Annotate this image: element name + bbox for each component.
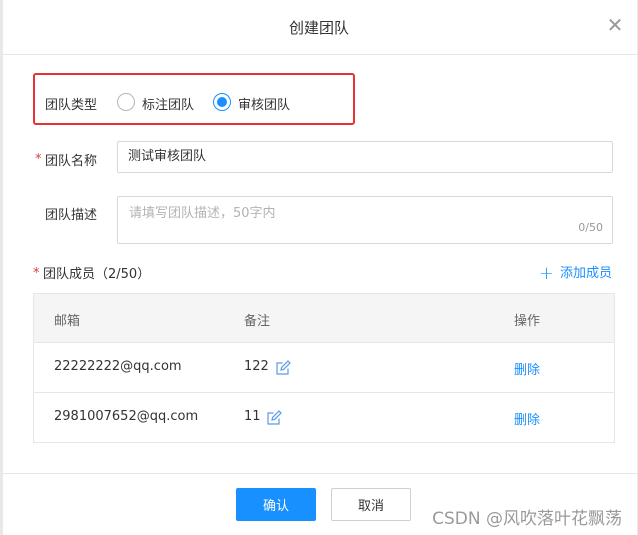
- close-icon[interactable]: ✕: [604, 14, 626, 36]
- team-desc-label: 团队描述: [45, 208, 98, 223]
- member-email: 2981007652@qq.com: [54, 409, 199, 424]
- delete-link[interactable]: 删除: [514, 409, 540, 428]
- team-desc-textarea[interactable]: 请填写团队描述，50字内 0/50: [117, 196, 613, 244]
- member-note: 11: [244, 409, 261, 424]
- radio-label-team[interactable]: [117, 93, 135, 111]
- required-asterisk: *: [33, 266, 40, 281]
- dialog-title: 创建团队: [288, 19, 349, 37]
- radio-review-team[interactable]: [213, 93, 231, 111]
- team-type-label: 团队类型: [45, 98, 98, 113]
- members-table: 邮箱 备注 操作 22222222@qq.com 122 删除 29810076…: [33, 293, 615, 443]
- column-header-note: 备注: [244, 314, 271, 329]
- add-member-label: 添加成员: [559, 266, 612, 281]
- table-row: 22222222@qq.com 122 删除: [34, 343, 614, 393]
- team-desc-placeholder: 请填写团队描述，50字内: [129, 206, 276, 221]
- table-row: 2981007652@qq.com 11 删除: [34, 393, 614, 443]
- radio-label-team-text[interactable]: 标注团队: [142, 94, 194, 113]
- required-asterisk: *: [35, 152, 42, 167]
- edit-icon[interactable]: [266, 410, 282, 426]
- team-name-input[interactable]: 测试审核团队: [117, 141, 613, 173]
- confirm-button[interactable]: 确认: [236, 488, 316, 521]
- char-counter: 0/50: [578, 221, 603, 234]
- column-header-email: 邮箱: [54, 314, 81, 329]
- cancel-button[interactable]: 取消: [331, 488, 411, 521]
- add-member-button[interactable]: + 添加成员: [539, 262, 612, 284]
- member-email: 22222222@qq.com: [54, 359, 182, 374]
- radio-review-team-text[interactable]: 审核团队: [238, 94, 290, 113]
- watermark-text: CSDN @风吹落叶花飘荡: [432, 509, 622, 529]
- page-left-edge: [0, 0, 3, 535]
- dialog-header: 创建团队 ✕: [0, 0, 638, 55]
- delete-link[interactable]: 删除: [514, 359, 540, 378]
- edit-icon[interactable]: [275, 360, 291, 376]
- table-header: 邮箱 备注 操作: [34, 294, 614, 343]
- team-members-label: 团队成员（2/50）: [43, 267, 151, 282]
- column-header-action: 操作: [514, 314, 541, 329]
- plus-icon: +: [538, 263, 554, 284]
- member-note: 122: [244, 359, 269, 374]
- team-name-label: 团队名称: [45, 154, 98, 169]
